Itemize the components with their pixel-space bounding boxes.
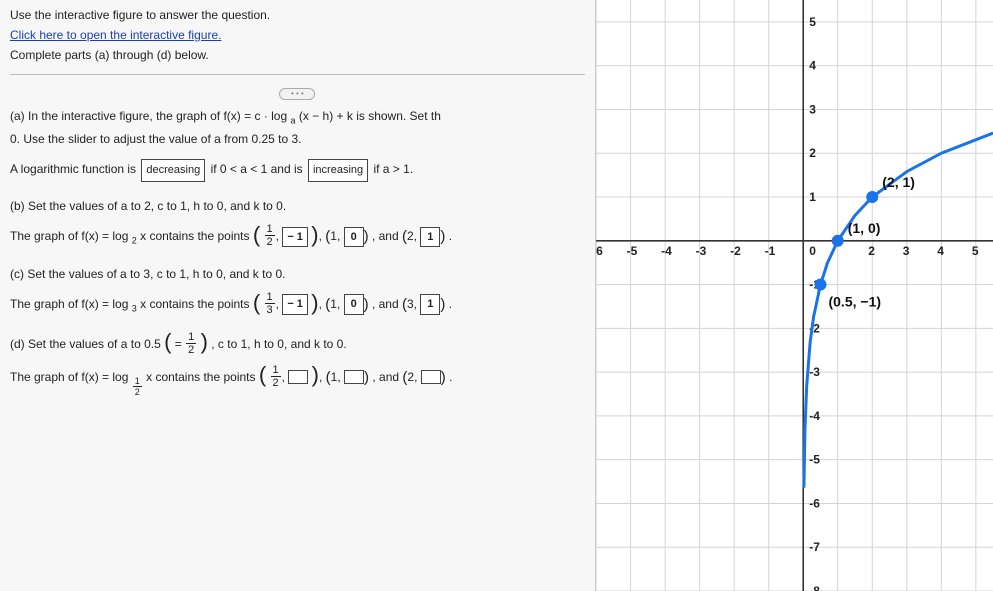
part-a-text-1b: (x − h) + k is shown. Set th bbox=[299, 109, 441, 123]
intro-block: Use the interactive figure to answer the… bbox=[10, 8, 585, 62]
intro-line-3: Complete parts (a) through (d) below. bbox=[10, 48, 585, 62]
answer-c-1[interactable]: − 1 bbox=[282, 294, 308, 315]
sub-2: 2 bbox=[132, 235, 137, 245]
sub-3: 3 bbox=[132, 303, 137, 313]
part-a-text-3a: A logarithmic function is bbox=[10, 162, 139, 176]
answer-b-1[interactable]: − 1 bbox=[282, 227, 308, 248]
svg-text:-4: -4 bbox=[661, 244, 672, 258]
intro-line-1: Use the interactive figure to answer the… bbox=[10, 8, 585, 22]
svg-text:-2: -2 bbox=[730, 244, 741, 258]
svg-text:-3: -3 bbox=[809, 365, 820, 379]
part-a-text-1: (a) In the interactive figure, the graph… bbox=[10, 109, 287, 123]
svg-text:-5: -5 bbox=[809, 453, 820, 467]
answer-d-1[interactable] bbox=[288, 370, 308, 384]
svg-text:-6: -6 bbox=[809, 496, 820, 510]
svg-text:5: 5 bbox=[809, 15, 816, 29]
question-panel: Use the interactive figure to answer the… bbox=[0, 0, 596, 591]
svg-text:2: 2 bbox=[868, 244, 875, 258]
part-c-text-2a: The graph of f(x) = log bbox=[10, 297, 128, 311]
svg-text:(0.5, −1): (0.5, −1) bbox=[828, 294, 881, 310]
part-d: (d) Set the values of a to 0.5 ( = 1 2 )… bbox=[10, 332, 585, 398]
part-a-text-3c: if a > 1. bbox=[373, 162, 413, 176]
sub-half: 1 2 bbox=[133, 377, 142, 398]
expand-dots-button[interactable]: • • • bbox=[279, 88, 315, 100]
svg-text:2: 2 bbox=[809, 146, 816, 160]
svg-text:4: 4 bbox=[937, 244, 944, 258]
open-figure-link[interactable]: Click here to open the interactive figur… bbox=[10, 28, 221, 42]
svg-text:-1: -1 bbox=[764, 244, 775, 258]
answer-c-2[interactable]: 0 bbox=[344, 294, 364, 315]
part-b-text-1: (b) Set the values of a to 2, c to 1, h … bbox=[10, 196, 585, 216]
svg-text:(2, 1): (2, 1) bbox=[882, 174, 915, 190]
answer-a-1[interactable]: decreasing bbox=[141, 159, 205, 182]
svg-text:3: 3 bbox=[903, 244, 910, 258]
svg-text:(1, 0): (1, 0) bbox=[848, 220, 881, 236]
svg-text:3: 3 bbox=[809, 102, 816, 116]
fraction-third: 1 3 bbox=[265, 292, 275, 317]
divider bbox=[10, 74, 585, 75]
part-a-text-3b: if 0 < a < 1 and is bbox=[211, 162, 306, 176]
part-b-text-2a: The graph of f(x) = log bbox=[10, 229, 128, 243]
part-a-text-2: 0. Use the slider to adjust the value of… bbox=[10, 129, 585, 149]
svg-text:1: 1 bbox=[809, 190, 816, 204]
svg-text:-7: -7 bbox=[809, 540, 820, 554]
part-c-text-1: (c) Set the values of a to 3, c to 1, h … bbox=[10, 264, 585, 284]
part-b-text-2b: x contains the points bbox=[140, 229, 253, 243]
svg-text:0: 0 bbox=[809, 244, 816, 258]
answer-d-2[interactable] bbox=[344, 370, 364, 384]
sub-a: a bbox=[290, 115, 295, 125]
answer-d-3[interactable] bbox=[421, 370, 441, 384]
answer-c-3[interactable]: 1 bbox=[420, 294, 440, 315]
svg-text:-5: -5 bbox=[626, 244, 637, 258]
svg-text:-6: -6 bbox=[596, 244, 603, 258]
part-a: (a) In the interactive figure, the graph… bbox=[10, 106, 585, 182]
graph-panel: -6-5-4-3-2-123450-8-7-6-5-4-3-2-112345(0… bbox=[596, 0, 993, 591]
fraction-half-d: 1 2 bbox=[186, 332, 196, 357]
part-c: (c) Set the values of a to 3, c to 1, h … bbox=[10, 264, 585, 318]
answer-b-2[interactable]: 0 bbox=[344, 227, 364, 248]
interactive-graph[interactable]: -6-5-4-3-2-123450-8-7-6-5-4-3-2-112345(0… bbox=[596, 0, 993, 591]
fraction-half-d2: 1 2 bbox=[271, 365, 281, 390]
svg-text:-8: -8 bbox=[809, 584, 820, 591]
svg-text:4: 4 bbox=[809, 59, 816, 73]
svg-text:-4: -4 bbox=[809, 409, 820, 423]
answer-a-2[interactable]: increasing bbox=[308, 159, 368, 182]
part-b: (b) Set the values of a to 2, c to 1, h … bbox=[10, 196, 585, 250]
svg-text:5: 5 bbox=[972, 244, 979, 258]
fraction-half: 1 2 bbox=[265, 224, 275, 249]
svg-text:-3: -3 bbox=[695, 244, 706, 258]
answer-b-3[interactable]: 1 bbox=[420, 227, 440, 248]
